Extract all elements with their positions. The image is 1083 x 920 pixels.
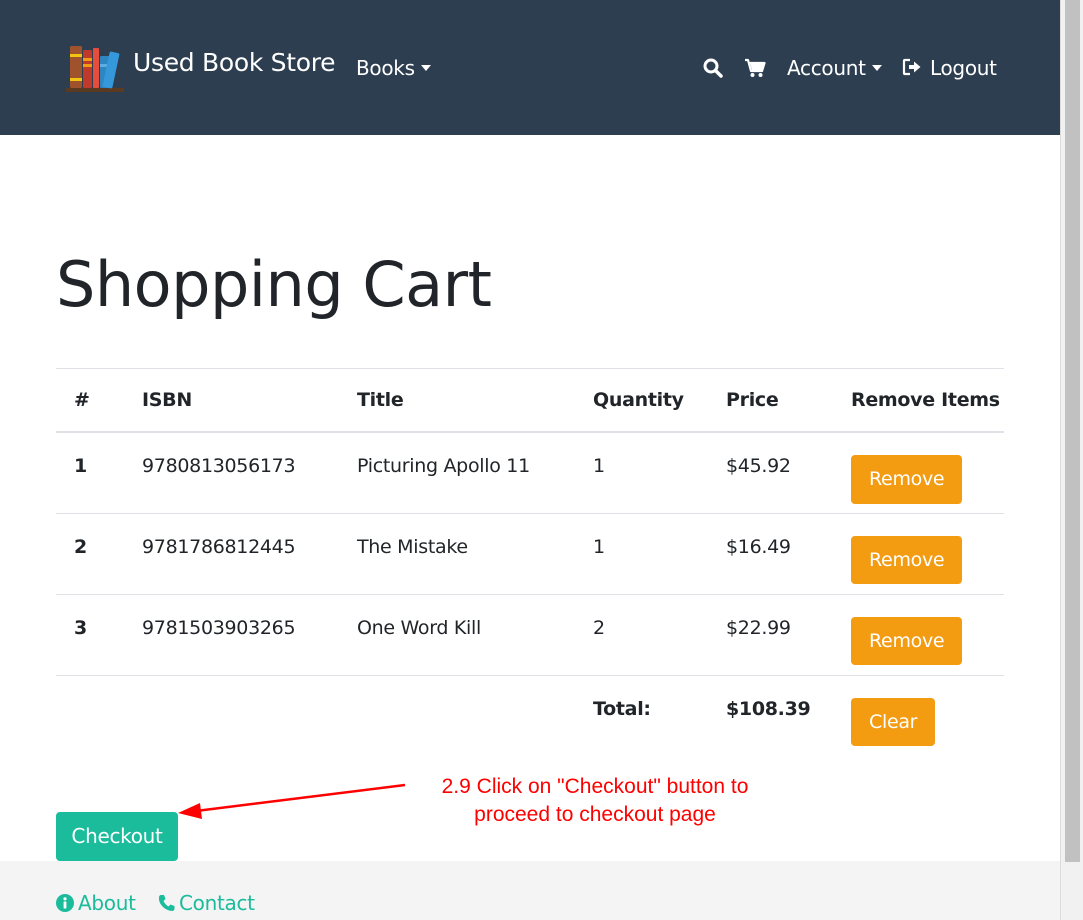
header-remove-items: Remove Items — [833, 368, 1004, 433]
total-row: Total: $108.39 Clear — [56, 674, 1004, 756]
row-price: $16.49 — [708, 512, 833, 594]
info-circle-icon — [56, 894, 74, 912]
books-logo-icon[interactable] — [66, 42, 124, 92]
annotation-line-1: 2.9 Click on "Checkout" button to — [441, 775, 749, 798]
search-icon[interactable] — [703, 58, 723, 78]
header-title: Title — [339, 368, 575, 433]
scrollbar-thumb[interactable] — [1065, 0, 1080, 862]
row-quantity: 1 — [575, 512, 708, 594]
header-num: # — [56, 368, 124, 433]
header-isbn: ISBN — [124, 368, 339, 433]
empty-cell — [124, 674, 339, 756]
table-header-row: # ISBN Title Quantity Price Remove Items — [56, 368, 1004, 433]
phone-icon — [158, 895, 175, 911]
row-isbn: 9781503903265 — [124, 593, 339, 675]
brand-name[interactable]: Used Book Store — [133, 48, 336, 77]
header-price: Price — [708, 368, 833, 433]
sign-out-icon — [902, 58, 921, 76]
remove-button[interactable]: Remove — [851, 535, 963, 585]
row-title: Picturing Apollo 11 — [357, 455, 530, 477]
account-dropdown-label: Account — [787, 56, 866, 80]
row-title: One Word Kill — [339, 593, 575, 675]
row-isbn: 9780813056173 — [142, 455, 296, 477]
about-label: About — [78, 891, 136, 915]
navbar: Used Book Store Books Account Logout — [0, 0, 1060, 135]
clear-button[interactable]: Clear — [851, 697, 936, 747]
cart-table: # ISBN Title Quantity Price Remove Items… — [56, 368, 1004, 756]
empty-cell — [56, 674, 124, 756]
total-label: Total: — [575, 674, 708, 756]
row-num: 3 — [56, 593, 124, 675]
contact-link[interactable]: Contact — [158, 891, 255, 915]
row-price: $22.99 — [708, 593, 833, 675]
row-isbn: 9781786812445 — [124, 512, 339, 594]
row-action-cell: Remove — [833, 593, 1004, 675]
row-num: 1 — [74, 455, 87, 477]
table-row: 3 9781503903265 One Word Kill 2 $22.99 R… — [56, 593, 1004, 675]
table-row: 2 9781786812445 The Mistake 1 $16.49 Rem… — [56, 512, 1004, 594]
row-num: 2 — [56, 512, 124, 594]
page-title: Shopping Cart — [56, 248, 492, 321]
annotation-line-2: proceed to checkout page — [474, 803, 716, 826]
footer: About Contact — [0, 861, 1060, 920]
row-quantity: 2 — [575, 593, 708, 675]
table-row: 1 9780813056173 Picturing Apollo 11 1 $4… — [56, 432, 1004, 513]
empty-cell — [339, 674, 575, 756]
row-quantity: 1 — [593, 455, 605, 477]
account-dropdown[interactable]: Account — [787, 56, 882, 80]
logout-link[interactable]: Logout — [902, 56, 997, 80]
about-link[interactable]: About — [56, 891, 136, 915]
header-quantity: Quantity — [575, 368, 708, 433]
remove-button[interactable]: Remove — [851, 616, 963, 666]
checkout-button[interactable]: Checkout — [56, 812, 178, 861]
books-dropdown-label: Books — [356, 56, 415, 80]
books-dropdown[interactable]: Books — [356, 56, 431, 80]
total-value: $108.39 — [708, 674, 833, 756]
caret-down-icon — [420, 65, 431, 71]
row-title: The Mistake — [339, 512, 575, 594]
remove-button[interactable]: Remove — [851, 455, 963, 504]
row-price: $45.92 — [726, 455, 791, 477]
vertical-scrollbar[interactable] — [1060, 0, 1083, 920]
caret-down-icon — [871, 65, 882, 71]
row-action-cell: Remove — [833, 432, 1004, 513]
clear-cell: Clear — [833, 674, 1004, 756]
contact-label: Contact — [179, 891, 255, 915]
cart-icon[interactable] — [744, 58, 766, 78]
logout-label: Logout — [930, 56, 997, 80]
row-action-cell: Remove — [833, 512, 1004, 594]
annotation-text: 2.9 Click on "Checkout" button to procee… — [410, 773, 780, 829]
